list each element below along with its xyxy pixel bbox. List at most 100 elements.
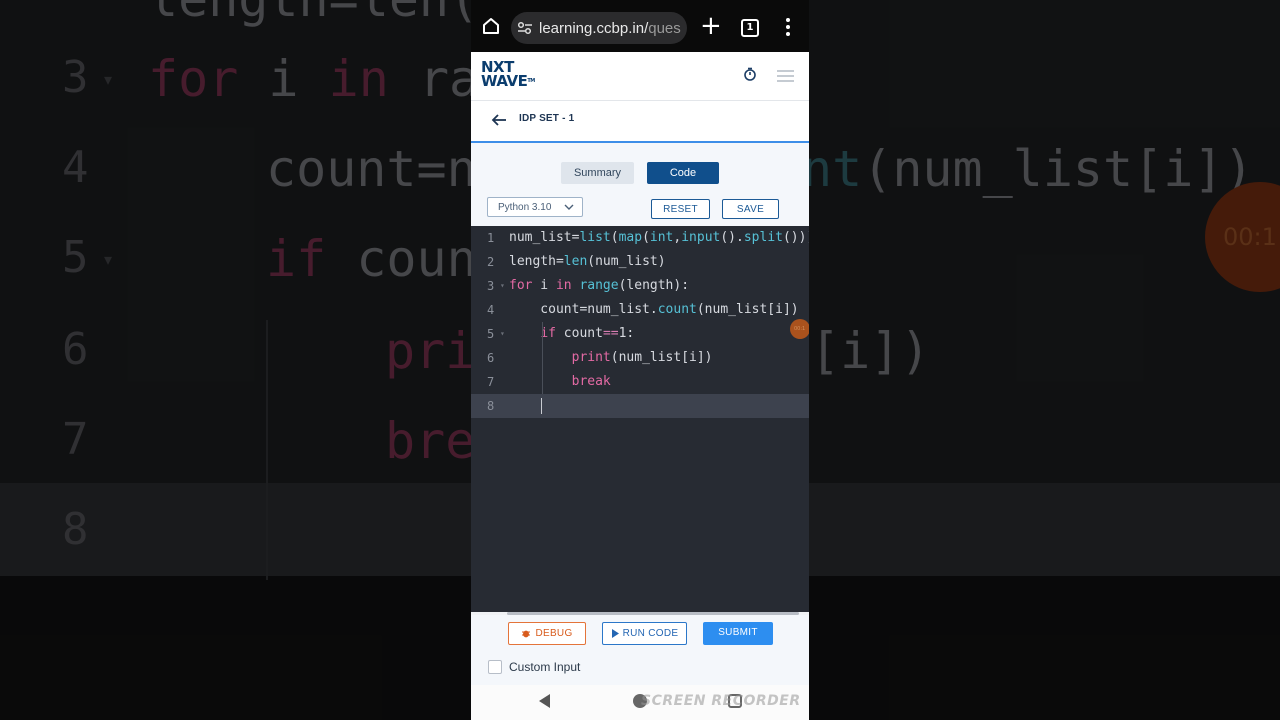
- code-token: num_list=: [509, 230, 580, 245]
- stopwatch-icon[interactable]: [743, 67, 757, 81]
- run-code-button[interactable]: RUN CODE: [602, 622, 687, 645]
- fold-arrow-icon[interactable]: ▾: [500, 322, 505, 346]
- line-number: 4: [487, 303, 495, 317]
- new-tab-icon[interactable]: +: [700, 13, 722, 39]
- address-bar[interactable]: learning.ccbp.in/ques: [511, 12, 687, 44]
- line-number: 8: [487, 399, 495, 413]
- browser-toolbar: learning.ccbp.in/ques + 1: [471, 0, 809, 52]
- action-bar: DEBUG RUN CODE SUBMIT Custom Input: [471, 615, 809, 685]
- code-token: (: [610, 230, 619, 245]
- back-arrow-icon[interactable]: [491, 112, 507, 128]
- line-number: 1: [487, 231, 495, 245]
- line-number: 5: [487, 327, 495, 341]
- code-text: num_list=list(map(int,input().split())): [509, 226, 809, 250]
- phone-screen: learning.ccbp.in/ques + 1 NXT WAVETM IDP…: [471, 0, 809, 720]
- code-operator: ==: [602, 326, 619, 341]
- code-line[interactable]: 8: [471, 394, 809, 418]
- code-text: length=len(num_list): [509, 250, 666, 274]
- code-token: ().: [720, 230, 744, 245]
- code-token: count: [555, 326, 603, 341]
- code-token: (num_list[i]): [696, 302, 799, 317]
- code-line[interactable]: 2 length=len(num_list): [471, 250, 809, 274]
- code-text: count=num_list.count(num_list[i]): [509, 298, 799, 322]
- code-text: break: [509, 370, 611, 394]
- home-icon[interactable]: [481, 16, 501, 36]
- code-token: i: [532, 278, 556, 293]
- code-token: ())): [782, 230, 809, 245]
- line-number: 3: [487, 279, 495, 293]
- question-set-bar: IDP SET - 1: [471, 101, 809, 143]
- chevron-down-icon: [564, 204, 574, 210]
- code-line[interactable]: 3 ▾ for i in range(length):: [471, 274, 809, 298]
- url-faded: ques: [648, 19, 681, 37]
- url-text: learning.ccbp.in/ques: [539, 20, 681, 37]
- url-main: learning.ccbp.in/: [539, 19, 649, 37]
- play-icon: [611, 628, 619, 638]
- code-line[interactable]: 4 count=num_list.count(num_list[i]): [471, 298, 809, 322]
- language-value: Python 3.10: [498, 202, 552, 213]
- code-token: (: [642, 230, 650, 245]
- code-token: length=: [509, 254, 564, 269]
- set-title: IDP SET - 1: [519, 113, 575, 124]
- line-number: 7: [487, 375, 495, 389]
- tab-code[interactable]: Code: [647, 162, 719, 184]
- code-token: (num_list): [587, 254, 666, 269]
- code-line[interactable]: 6 print(num_list[i]): [471, 346, 809, 370]
- line-number: 6: [487, 351, 495, 365]
- code-token: (length):: [618, 278, 690, 293]
- nxtwave-logo[interactable]: NXT WAVETM: [481, 60, 535, 90]
- tab-summary[interactable]: Summary: [561, 162, 634, 184]
- submit-button[interactable]: SUBMIT: [703, 622, 773, 645]
- site-settings-icon[interactable]: [517, 21, 533, 35]
- line-number: 2: [487, 255, 495, 269]
- code-function: int: [649, 230, 674, 245]
- editor-toolbar: Summary Code Python 3.10 RESET SAVE: [471, 143, 809, 227]
- save-button[interactable]: SAVE: [722, 199, 779, 219]
- browser-menu-icon[interactable]: [786, 18, 790, 39]
- code-line[interactable]: 1num_list=list(map(int,input().split())): [471, 226, 809, 250]
- code-token: (num_list[i]): [610, 350, 713, 365]
- logo-trademark: TM: [527, 78, 535, 84]
- code-function: input: [681, 230, 721, 245]
- code-text: print(num_list[i]): [509, 346, 713, 370]
- code-text: if count==1:: [509, 322, 634, 346]
- code-line[interactable]: 7 break: [471, 370, 809, 394]
- code-token: count=num_list.: [509, 302, 658, 317]
- code-editor[interactable]: 87 break 6 print(num_list[i]) 5 ▾ if count=…: [471, 226, 809, 612]
- code-function: map: [618, 230, 643, 245]
- hamburger-menu-icon[interactable]: [777, 70, 794, 85]
- code-function: list: [579, 230, 611, 245]
- code-keyword: for: [509, 278, 533, 293]
- debug-button[interactable]: DEBUG: [508, 622, 586, 645]
- debug-label: DEBUG: [535, 628, 573, 639]
- code-keyword: print: [571, 350, 611, 365]
- code-function: count: [657, 302, 697, 317]
- indent-guide: [542, 322, 543, 394]
- code-function: len: [563, 254, 588, 269]
- text-cursor: [541, 398, 542, 414]
- code-keyword: break: [571, 374, 611, 389]
- fold-arrow-icon[interactable]: ▾: [500, 274, 505, 298]
- custom-input-label: Custom Input: [509, 660, 581, 674]
- logo-line-2: WAVE: [481, 72, 528, 90]
- bug-icon: [522, 630, 531, 638]
- timer-overlay-bubble: 00:1: [790, 319, 809, 339]
- custom-input-checkbox[interactable]: [488, 660, 502, 674]
- run-code-label: RUN CODE: [622, 628, 679, 639]
- code-text: for i in range(length):: [509, 274, 689, 298]
- screen-recorder-watermark: SCREEN RECORDER: [641, 693, 801, 709]
- language-select[interactable]: Python 3.10: [487, 197, 583, 217]
- app-header: NXT WAVETM: [471, 52, 809, 101]
- tab-switcher-icon[interactable]: 1: [741, 19, 759, 37]
- nav-back-icon[interactable]: [539, 694, 550, 708]
- code-line[interactable]: 5 ▾ if count==1:: [471, 322, 809, 346]
- reset-button[interactable]: RESET: [651, 199, 710, 219]
- code-token: 1:: [618, 326, 635, 341]
- code-function: split: [743, 230, 783, 245]
- code-keyword: in: [555, 278, 572, 293]
- code-function: range: [579, 278, 619, 293]
- android-nav-bar: SCREEN RECORDER: [471, 685, 809, 720]
